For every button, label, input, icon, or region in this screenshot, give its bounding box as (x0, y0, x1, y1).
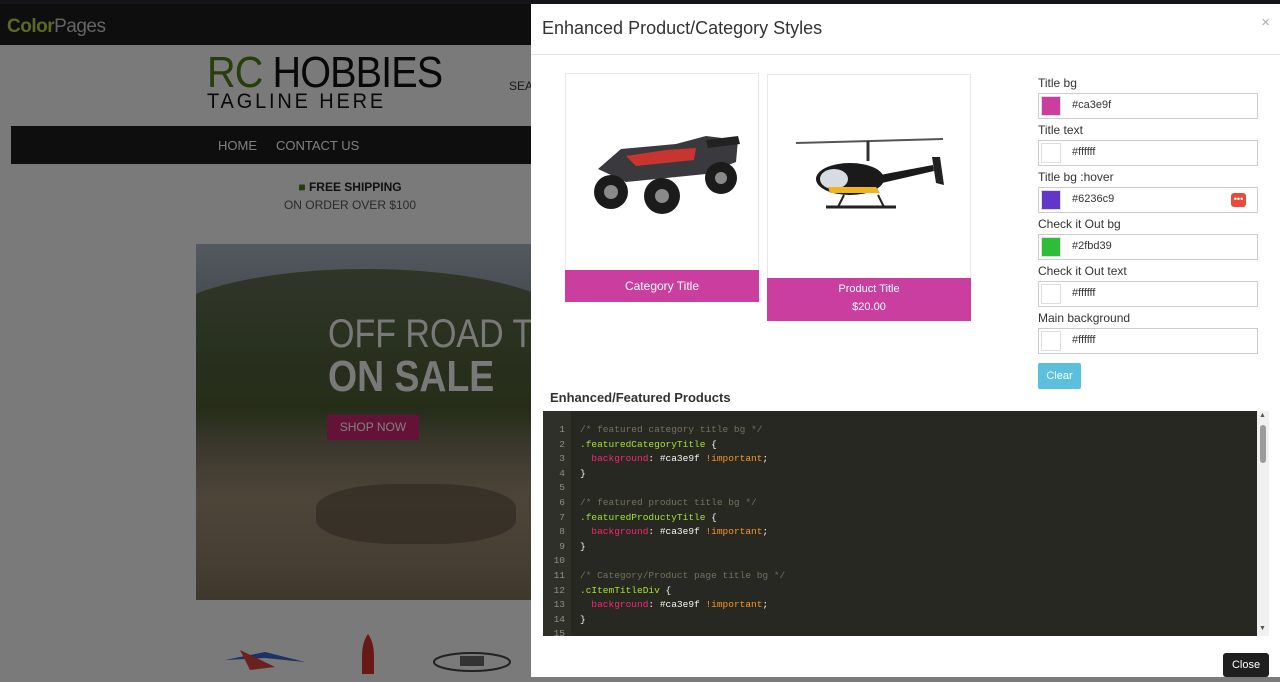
code-line: .cItemTitleDiv { (580, 584, 672, 596)
close-button[interactable]: Close (1223, 653, 1269, 677)
section-title: Enhanced/Featured Products (550, 390, 731, 405)
code-line: } (580, 540, 586, 552)
title-bg-hover-input[interactable]: #6236c9 ••• (1038, 187, 1258, 213)
css-code-editor[interactable]: 1 2 3 4 5 6 7 8 9 10 11 12 13 14 15 /* featured catego… (543, 411, 1257, 636)
title-bg-swatch[interactable] (1041, 96, 1061, 116)
line-number: 11 (553, 570, 565, 581)
code-line: /* featured category title bg */ (580, 424, 763, 435)
line-number: 10 (553, 555, 565, 567)
line-number: 4 (559, 467, 565, 479)
main-background-swatch[interactable] (1041, 331, 1061, 351)
check-out-text-swatch[interactable] (1041, 284, 1061, 304)
code-line: /* featured product title bg */ (580, 497, 757, 508)
color-fields: Title bg #ca3e9f Title text #ffffff Titl… (1038, 74, 1258, 357)
product-preview-card: Product Title $20.00 (767, 74, 971, 321)
line-number: 5 (559, 482, 565, 494)
product-price: $20.00 (852, 301, 886, 313)
category-preview-card: Category Title (565, 73, 759, 302)
line-number: 1 (559, 424, 565, 435)
check-out-text-value: #ffffff (1072, 287, 1096, 299)
check-out-bg-input[interactable]: #2fbd39 (1038, 234, 1258, 260)
line-number: 8 (559, 526, 565, 538)
line-number: 13 (553, 599, 565, 611)
code-line: /* Category/Product page title bg */ (580, 570, 786, 581)
code-line: } (580, 467, 586, 479)
scroll-up-icon[interactable]: ▲ (1259, 412, 1266, 419)
styles-modal: Enhanced Product/Category Styles × Categ… (531, 4, 1280, 677)
title-bg-hover-value: #6236c9 (1072, 193, 1115, 205)
main-background-label: Main background (1038, 311, 1131, 325)
title-bg-hover-swatch[interactable] (1041, 190, 1061, 210)
title-text-value: #ffffff (1072, 146, 1096, 158)
title-text-swatch[interactable] (1041, 143, 1061, 163)
modal-title: Enhanced Product/Category Styles (542, 18, 823, 38)
line-number: 15 (553, 628, 565, 636)
rc-helicopter-image (795, 138, 944, 209)
code-line: .featuredCategoryTitle { (580, 438, 717, 450)
check-out-bg-value: #2fbd39 (1072, 240, 1112, 252)
clear-button[interactable]: Clear (1038, 363, 1081, 389)
check-out-text-input[interactable]: #ffffff (1038, 281, 1258, 307)
line-number: 7 (559, 511, 565, 523)
rc-truck-image (594, 136, 740, 214)
title-bg-value: #ca3e9f (1072, 99, 1112, 111)
title-bg-label: Title bg (1038, 76, 1077, 90)
main-background-value: #ffffff (1072, 334, 1096, 346)
line-number: 6 (559, 497, 565, 508)
check-out-bg-label: Check it Out bg (1038, 217, 1121, 231)
code-scrollbar[interactable]: ▲ ▼ (1257, 411, 1269, 636)
color-picker-icon[interactable]: ••• (1231, 193, 1246, 207)
title-bg-input[interactable]: #ca3e9f (1038, 93, 1258, 119)
title-text-input[interactable]: #ffffff (1038, 140, 1258, 166)
title-bg-hover-label: Title bg :hover (1038, 170, 1114, 184)
close-icon[interactable]: × (1261, 14, 1270, 31)
code-line: background: #ca3e9f !important; (580, 599, 769, 611)
code-line: .featuredProductyTitle { (580, 511, 717, 523)
line-number-gutter: 1 2 3 4 5 6 7 8 9 10 11 12 13 14 15 (543, 411, 571, 636)
check-out-bg-swatch[interactable] (1041, 237, 1061, 257)
line-number: 14 (553, 613, 565, 625)
line-number: 3 (559, 453, 565, 465)
code-line: background: #ca3e9f !important; (580, 526, 769, 538)
line-number: 9 (559, 540, 565, 552)
code-line: background: #ca3e9f !important; (580, 453, 769, 465)
category-title: Category Title (565, 270, 759, 302)
line-number: 2 (559, 438, 565, 450)
product-title: Product Title (838, 283, 900, 295)
main-background-input[interactable]: #ffffff (1038, 328, 1258, 354)
product-title-box: Product Title $20.00 (767, 278, 971, 321)
code-line: } (580, 613, 586, 625)
scroll-down-icon[interactable]: ▼ (1259, 625, 1266, 632)
check-out-text-label: Check it Out text (1038, 264, 1127, 278)
scroll-thumb[interactable] (1260, 425, 1266, 463)
line-number: 12 (553, 584, 565, 596)
title-text-label: Title text (1038, 123, 1083, 137)
modal-header-divider (531, 54, 1280, 55)
